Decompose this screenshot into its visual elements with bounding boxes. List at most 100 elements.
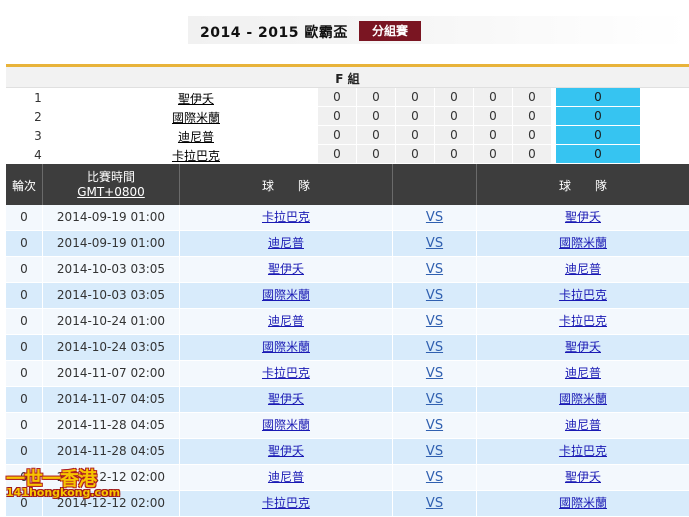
fixture-home-cell: 聖伊夭 [180, 257, 393, 282]
standings-table: 1 聖伊夭 0 0 0 0 0 0 0 2 國際米蘭 0 0 0 0 0 0 0 3 迪尼普 0 0 0 0 0 0 0 4 卡拉巴克 0… [6, 88, 640, 164]
fixture-home-cell: 卡拉巴克 [180, 205, 393, 230]
away-team-link[interactable]: 卡拉巴克 [559, 288, 607, 302]
fixture-time: 2014-11-28 04:05 [43, 413, 180, 438]
team-link[interactable]: 迪尼普 [136, 128, 256, 145]
stat-value: 0 [357, 107, 396, 126]
season-title: 2014 - 2015 歐霸盃 [200, 25, 348, 41]
vs-link[interactable]: VS [426, 444, 443, 459]
away-team-link[interactable]: 聖伊夭 [565, 470, 601, 484]
fixture-round: 0 [6, 283, 43, 308]
fixture-home-cell: 國際米蘭 [180, 413, 393, 438]
fixture-vs-cell: VS [393, 257, 477, 282]
away-team-link[interactable]: 聖伊夭 [565, 210, 601, 224]
vs-link[interactable]: VS [426, 340, 443, 355]
competition-header: 2014 - 2015 歐霸盃 分組賽 [188, 16, 688, 44]
stat-value: 0 [513, 107, 552, 126]
points-value: 0 [556, 126, 640, 145]
fixture-round: 0 [6, 491, 43, 516]
home-team-link[interactable]: 國際米蘭 [262, 418, 310, 432]
home-team-link[interactable]: 聖伊夭 [268, 262, 304, 276]
team-link[interactable]: 聖伊夭 [136, 90, 256, 107]
stat-value: 0 [357, 88, 396, 107]
away-team-link[interactable]: 卡拉巴克 [559, 444, 607, 458]
away-team-link[interactable]: 聖伊夭 [565, 340, 601, 354]
home-team-link[interactable]: 迪尼普 [268, 236, 304, 250]
fixture-time: 2014-10-24 03:05 [43, 335, 180, 360]
home-team-link[interactable]: 卡拉巴克 [262, 210, 310, 224]
away-team-link[interactable]: 國際米蘭 [559, 392, 607, 406]
fixture-round: 0 [6, 387, 43, 412]
fixture-home-cell: 迪尼普 [180, 231, 393, 256]
standings-row: 1 聖伊夭 0 0 0 0 0 0 0 [6, 88, 640, 107]
fixture-row: 0 2014-10-24 01:00 迪尼普 VS 卡拉巴克 [6, 309, 689, 335]
fixtures-table: 0 2014-09-19 01:00 卡拉巴克 VS 聖伊夭 0 2014-09-19 01… [6, 205, 689, 517]
vs-link[interactable]: VS [426, 210, 443, 225]
vs-link[interactable]: VS [426, 262, 443, 277]
vs-link[interactable]: VS [426, 314, 443, 329]
fixture-row: 0 2014-11-07 02:00 卡拉巴克 VS 迪尼普 [6, 361, 689, 387]
team-link[interactable]: 國際米蘭 [136, 109, 256, 126]
header-time-label: 比賽時間 [86, 170, 135, 184]
away-team-link[interactable]: 迪尼普 [565, 366, 601, 380]
home-team-link[interactable]: 聖伊夭 [268, 444, 304, 458]
fixture-row: 0 2014-10-24 03:05 國際米蘭 VS 聖伊夭 [6, 335, 689, 361]
fixture-away-cell: 卡拉巴克 [477, 283, 689, 308]
points-value: 0 [556, 145, 640, 164]
header-round: 輪次 [6, 164, 43, 205]
fixture-round: 0 [6, 361, 43, 386]
vs-link[interactable]: VS [426, 496, 443, 511]
vs-link[interactable]: VS [426, 288, 443, 303]
vs-link[interactable]: VS [426, 470, 443, 485]
fixture-row: 0 2014-12-12 02:00 迪尼普 VS 聖伊夭 [6, 465, 689, 491]
fixture-vs-cell: VS [393, 283, 477, 308]
fixture-vs-cell: VS [393, 231, 477, 256]
team-rank: 3 [34, 129, 42, 143]
home-team-link[interactable]: 國際米蘭 [262, 340, 310, 354]
away-team-link[interactable]: 迪尼普 [565, 262, 601, 276]
away-team-link[interactable]: 國際米蘭 [559, 236, 607, 250]
stat-value: 0 [396, 145, 435, 164]
team-link[interactable]: 卡拉巴克 [136, 147, 256, 164]
header-away-label: 球 隊 [558, 179, 607, 193]
fixtures-header: 輪次 比賽時間 GMT+0800 球 隊 球 隊 [6, 164, 689, 205]
stat-value: 0 [474, 145, 513, 164]
home-team-link[interactable]: 國際米蘭 [262, 288, 310, 302]
fixture-time: 2014-12-12 02:00 [43, 465, 180, 490]
standings-row: 4 卡拉巴克 0 0 0 0 0 0 0 [6, 145, 640, 164]
fixture-time: 2014-09-19 01:00 [43, 205, 180, 230]
fixture-away-cell: 迪尼普 [477, 413, 689, 438]
stat-value: 0 [318, 88, 357, 107]
stat-value: 0 [357, 145, 396, 164]
fixture-time: 2014-12-12 02:00 [43, 491, 180, 516]
points-value: 0 [556, 88, 640, 107]
fixture-time: 2014-10-24 01:00 [43, 309, 180, 334]
fixture-away-cell: 迪尼普 [477, 257, 689, 282]
home-team-link[interactable]: 迪尼普 [268, 314, 304, 328]
fixture-home-cell: 國際米蘭 [180, 335, 393, 360]
away-team-link[interactable]: 卡拉巴克 [559, 314, 607, 328]
vs-link[interactable]: VS [426, 392, 443, 407]
home-team-link[interactable]: 迪尼普 [268, 470, 304, 484]
away-team-link[interactable]: 迪尼普 [565, 418, 601, 432]
home-team-link[interactable]: 聖伊夭 [268, 392, 304, 406]
fixture-home-cell: 迪尼普 [180, 465, 393, 490]
team-rank: 2 [34, 110, 42, 124]
header-home-label: 球 隊 [261, 179, 310, 193]
stat-value: 0 [357, 126, 396, 145]
fixture-home-cell: 迪尼普 [180, 309, 393, 334]
fixture-row: 0 2014-09-19 01:00 卡拉巴克 VS 聖伊夭 [6, 205, 689, 231]
fixture-row: 0 2014-11-07 04:05 聖伊夭 VS 國際米蘭 [6, 387, 689, 413]
fixture-round: 0 [6, 205, 43, 230]
fixture-row: 0 2014-09-19 01:00 迪尼普 VS 國際米蘭 [6, 231, 689, 257]
vs-link[interactable]: VS [426, 418, 443, 433]
stat-value: 0 [513, 126, 552, 145]
vs-link[interactable]: VS [426, 236, 443, 251]
group-stage-button[interactable]: 分組賽 [359, 21, 421, 41]
fixture-away-cell: 卡拉巴克 [477, 309, 689, 334]
header-timezone-link[interactable]: GMT+0800 [77, 185, 145, 199]
home-team-link[interactable]: 卡拉巴克 [262, 366, 310, 380]
fixture-time: 2014-09-19 01:00 [43, 231, 180, 256]
vs-link[interactable]: VS [426, 366, 443, 381]
stat-value: 0 [318, 107, 357, 126]
fixture-time: 2014-10-03 03:05 [43, 257, 180, 282]
